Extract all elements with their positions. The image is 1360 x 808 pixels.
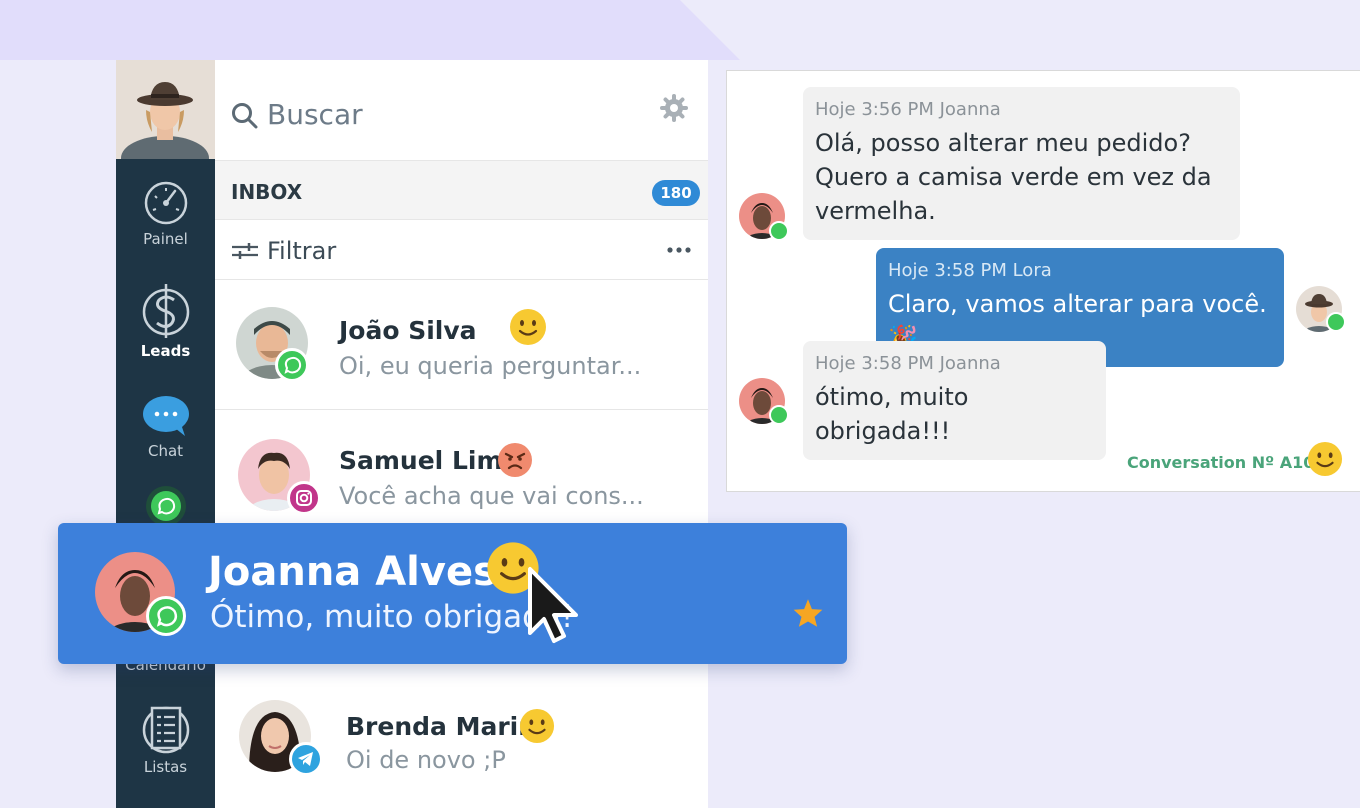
contact-last-message: Você acha que vai cons... xyxy=(339,482,644,510)
contact-last-message: Oi, eu queria perguntar... xyxy=(339,352,642,380)
contact-name: João Silva xyxy=(339,316,477,345)
search-bar[interactable]: Buscar xyxy=(215,60,708,160)
filter-bar[interactable]: Filtrar xyxy=(215,220,708,280)
user-avatar[interactable] xyxy=(116,60,215,159)
rail-label-chat: Chat xyxy=(147,442,184,460)
mouse-cursor-icon xyxy=(528,567,578,643)
filter-label: Filtrar xyxy=(267,237,337,265)
message-text: Olá, posso alterar meu pedido? Quero a c… xyxy=(815,129,1212,225)
search-input[interactable]: Buscar xyxy=(267,98,363,131)
rail-item-whatsapp[interactable] xyxy=(116,484,215,528)
rail-label-listas: Listas xyxy=(143,758,188,776)
rail-label-leads: Leads xyxy=(140,342,191,360)
background-shape xyxy=(0,0,740,60)
inbox-header[interactable]: INBOX 180 xyxy=(215,160,708,220)
gear-icon[interactable] xyxy=(660,94,688,122)
message-incoming: Hoje 3:58 PM Joanna ótimo, muito obrigad… xyxy=(803,341,1106,460)
message-meta: Hoje 3:56 PM Joanna xyxy=(815,99,1001,120)
conversation-list-panel: Buscar INBOX 180 Filtrar João Silva Oi, … xyxy=(215,60,708,808)
inbox-count-badge: 180 xyxy=(652,180,700,206)
message-text: ótimo, muito obrigada!!! xyxy=(815,383,969,445)
star-icon[interactable] xyxy=(792,598,824,628)
whatsapp-icon xyxy=(769,405,789,425)
instagram-icon xyxy=(287,481,321,515)
whatsapp-icon xyxy=(769,221,789,241)
contact-name: Brenda Marini xyxy=(346,712,545,741)
list-item-contact[interactable]: João Silva Oi, eu queria perguntar... xyxy=(215,280,708,410)
rail-item-leads[interactable]: Leads xyxy=(116,282,215,360)
whatsapp-icon xyxy=(145,486,186,526)
contact-name: Samuel Lima xyxy=(339,446,520,475)
filter-sliders-icon xyxy=(232,243,258,259)
rail-label-painel: Painel xyxy=(143,230,188,248)
message-incoming: Hoje 3:56 PM Joanna Olá, posso alterar m… xyxy=(803,87,1240,240)
smile-emoji-icon[interactable] xyxy=(1307,441,1343,477)
dashboard-gauge-icon xyxy=(144,181,187,225)
rail-item-listas[interactable]: Listas xyxy=(116,702,215,776)
whatsapp-icon xyxy=(275,348,309,382)
search-icon xyxy=(232,103,258,129)
selected-conversation-card[interactable]: Joanna Alves Ótimo, muito obrigada! xyxy=(58,523,847,664)
conversation-number: Conversation Nº A100 xyxy=(1127,453,1326,472)
rail-item-painel[interactable]: Painel xyxy=(116,180,215,248)
dollar-icon xyxy=(142,284,189,338)
more-options-icon[interactable] xyxy=(667,247,691,253)
list-item-contact[interactable]: Samuel Lima Você acha que vai cons... xyxy=(215,411,708,541)
contact-name: Joanna Alves xyxy=(208,549,497,595)
message-meta: Hoje 3:58 PM Lora xyxy=(888,260,1052,281)
rail-item-chat[interactable]: Chat xyxy=(116,394,215,460)
smile-emoji-icon xyxy=(519,708,555,744)
contact-last-message: Ótimo, muito obrigada! xyxy=(210,599,574,635)
list-item-contact[interactable]: Brenda Marini Oi de novo ;P xyxy=(215,672,708,808)
telegram-icon xyxy=(289,742,323,776)
inbox-title: INBOX xyxy=(231,180,303,204)
smile-emoji-icon xyxy=(510,309,546,345)
whatsapp-icon xyxy=(1326,312,1346,332)
contact-last-message: Oi de novo ;P xyxy=(346,746,506,774)
chat-window: Hoje 3:56 PM Joanna Olá, posso alterar m… xyxy=(726,70,1360,492)
message-meta: Hoje 3:58 PM Joanna xyxy=(815,353,1001,374)
list-icon xyxy=(142,706,189,754)
chat-bubble-icon xyxy=(142,396,189,436)
whatsapp-icon xyxy=(146,596,186,636)
angry-emoji-icon xyxy=(498,443,532,477)
